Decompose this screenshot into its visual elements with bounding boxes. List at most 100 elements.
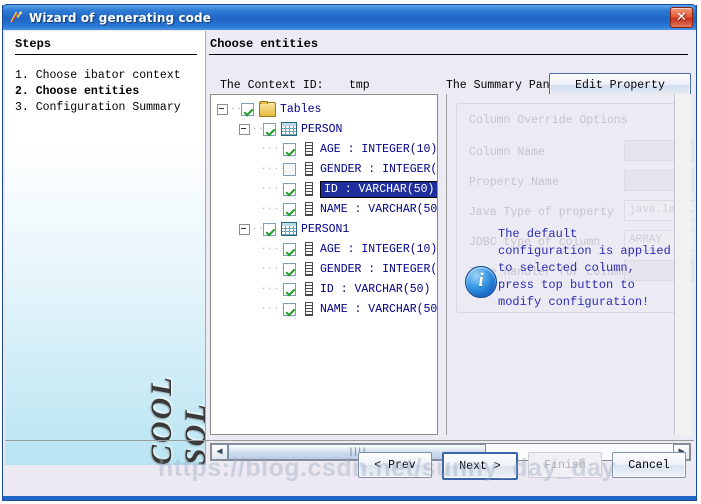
table-icon bbox=[281, 122, 297, 136]
wizard-icon bbox=[9, 10, 24, 25]
tree-row-label: ID : VARCHAR(50) bbox=[320, 180, 437, 198]
column-override-title: Column Override Options bbox=[469, 114, 628, 127]
field-row-property-name: Property Name bbox=[469, 170, 694, 196]
page-title: Choose entities bbox=[210, 37, 319, 51]
content-divider bbox=[209, 54, 688, 55]
tree-row[interactable]: ·· Tables bbox=[213, 99, 437, 119]
tree-row-label: AGE : INTEGER(10) bbox=[320, 142, 438, 156]
tree-connector: ···· bbox=[261, 244, 283, 254]
window-bottom-edge bbox=[3, 496, 696, 500]
steps-panel: Steps 1. Choose ibator context 2. Choose… bbox=[5, 31, 206, 465]
button-bar-divider bbox=[5, 440, 694, 441]
tree-row[interactable]: ···· GENDER : INTEGER(10) bbox=[213, 159, 437, 179]
tree-row-label: NAME : VARCHAR(50) bbox=[320, 302, 438, 316]
tree-checkbox[interactable] bbox=[283, 302, 296, 316]
field-row-jdbc-type: JDBC type of column ARRAY bbox=[469, 230, 694, 256]
content-panel: Choose entities The Context ID: tmp The … bbox=[206, 31, 694, 465]
field-row-column-name: Column Name bbox=[469, 140, 694, 166]
entity-tree-pane[interactable]: ··Tables··PERSON····AGE : INTEGER(10)···… bbox=[210, 94, 438, 435]
tree-row-label: GENDER : INTEGER(10) bbox=[320, 162, 438, 176]
column-icon bbox=[305, 142, 313, 156]
wizard-dialog: Wizard of generating code ✕ Steps 1. Cho… bbox=[0, 0, 701, 504]
column-override-pane: Column Override Options Column Name Prop… bbox=[446, 94, 694, 435]
finish-button: Finish bbox=[528, 452, 602, 478]
steps-heading: Steps bbox=[15, 37, 52, 51]
field-row-type-handler: Type handler for column bbox=[469, 260, 694, 286]
next-button[interactable]: Next > bbox=[442, 452, 518, 480]
summary-panel-label: The Summary Panel bbox=[446, 79, 564, 92]
tree-row[interactable]: ···· GENDER : INTEGER(10) bbox=[213, 259, 437, 279]
property-name-label: Property Name bbox=[469, 176, 559, 189]
tree-row-label: PERSON bbox=[301, 122, 343, 136]
context-id-value: tmp bbox=[349, 79, 370, 92]
tree-connector: ·· bbox=[230, 104, 241, 114]
tree-collapse-icon[interactable] bbox=[239, 123, 250, 135]
table-icon bbox=[281, 222, 297, 236]
prev-button[interactable]: < Prev bbox=[358, 452, 432, 478]
tree-connector: ···· bbox=[261, 304, 283, 314]
tree-row-label: Tables bbox=[280, 102, 322, 116]
tree-row[interactable]: ·· PERSON bbox=[213, 119, 437, 139]
tree-row-label: PERSON1 bbox=[301, 222, 350, 236]
folder-icon bbox=[259, 100, 276, 117]
tree-connector: ···· bbox=[261, 204, 283, 214]
tree-row[interactable]: ···· ID : VARCHAR(50) bbox=[213, 279, 437, 299]
dialog-body: Steps 1. Choose ibator context 2. Choose… bbox=[3, 29, 696, 500]
tree-row-label: NAME : VARCHAR(50) bbox=[320, 202, 438, 216]
button-bar: < Prev Next > Finish Cancel bbox=[3, 440, 696, 500]
step-item-1: 1. Choose ibator context bbox=[15, 69, 181, 82]
tree-checkbox[interactable] bbox=[283, 262, 296, 276]
tree-row[interactable]: ···· NAME : VARCHAR(50) bbox=[213, 199, 437, 219]
tree-checkbox[interactable] bbox=[283, 242, 296, 256]
tree-connector: ···· bbox=[261, 164, 283, 174]
column-icon bbox=[305, 242, 313, 256]
tree-row[interactable]: ·· PERSON1 bbox=[213, 219, 437, 239]
steps-list: 1. Choose ibator context 2. Choose entit… bbox=[15, 68, 205, 116]
jdbc-type-label: JDBC type of column bbox=[469, 236, 601, 249]
tree-checkbox[interactable] bbox=[283, 182, 296, 196]
dialog-window: Wizard of generating code ✕ Steps 1. Cho… bbox=[2, 4, 697, 501]
cancel-button[interactable]: Cancel bbox=[612, 452, 686, 478]
tree-row[interactable]: ···· ID : VARCHAR(50) bbox=[213, 179, 437, 199]
title-bar[interactable]: Wizard of generating code ✕ bbox=[2, 4, 697, 30]
column-icon bbox=[305, 282, 313, 296]
tree-checkbox[interactable] bbox=[283, 282, 296, 296]
column-icon bbox=[305, 302, 313, 316]
tree-checkbox[interactable] bbox=[283, 142, 296, 156]
column-override-group: Column Override Options Column Name Prop… bbox=[456, 103, 694, 313]
column-icon bbox=[305, 162, 313, 176]
close-icon[interactable]: ✕ bbox=[670, 7, 693, 28]
tree-checkbox[interactable] bbox=[263, 122, 276, 136]
steps-divider bbox=[15, 54, 197, 55]
tree-checkbox[interactable] bbox=[263, 222, 276, 236]
tree-collapse-icon[interactable] bbox=[217, 103, 228, 115]
tree-connector: ·· bbox=[252, 224, 263, 234]
tree-row-label: GENDER : INTEGER(10) bbox=[320, 262, 438, 276]
context-id-label: The Context ID: bbox=[220, 79, 324, 92]
tree-checkbox[interactable] bbox=[283, 202, 296, 216]
step-item-3: 3. Configuration Summary bbox=[15, 101, 181, 114]
tree-row[interactable]: ···· AGE : INTEGER(10) bbox=[213, 239, 437, 259]
tree-connector: ···· bbox=[261, 184, 283, 194]
tree-row[interactable]: ···· NAME : VARCHAR(50) bbox=[213, 299, 437, 319]
column-icon bbox=[305, 182, 313, 196]
options-vertical-scrollbar[interactable] bbox=[674, 94, 691, 435]
tree-checkbox[interactable] bbox=[241, 102, 254, 116]
column-icon bbox=[305, 262, 313, 276]
tree-row-label: AGE : INTEGER(10) bbox=[320, 242, 438, 256]
tree-row[interactable]: ···· AGE : INTEGER(10) bbox=[213, 139, 437, 159]
tree-checkbox[interactable] bbox=[283, 162, 296, 176]
step-item-2: 2. Choose entities bbox=[15, 85, 140, 98]
column-name-label: Column Name bbox=[469, 146, 545, 159]
field-row-java-type: Java Type of property java.lang.Int bbox=[469, 200, 694, 226]
window-title: Wizard of generating code bbox=[29, 10, 211, 25]
tree-connector: ···· bbox=[261, 144, 283, 154]
column-icon bbox=[305, 202, 313, 216]
tree-connector: ···· bbox=[261, 284, 283, 294]
type-handler-label: Type handler for column bbox=[469, 266, 628, 279]
tree-connector: ···· bbox=[261, 264, 283, 274]
tree-row-label: ID : VARCHAR(50) bbox=[320, 282, 431, 296]
tree-connector: ·· bbox=[252, 124, 263, 134]
tree-collapse-icon[interactable] bbox=[239, 223, 250, 235]
entity-tree[interactable]: ··Tables··PERSON····AGE : INTEGER(10)···… bbox=[211, 95, 437, 319]
